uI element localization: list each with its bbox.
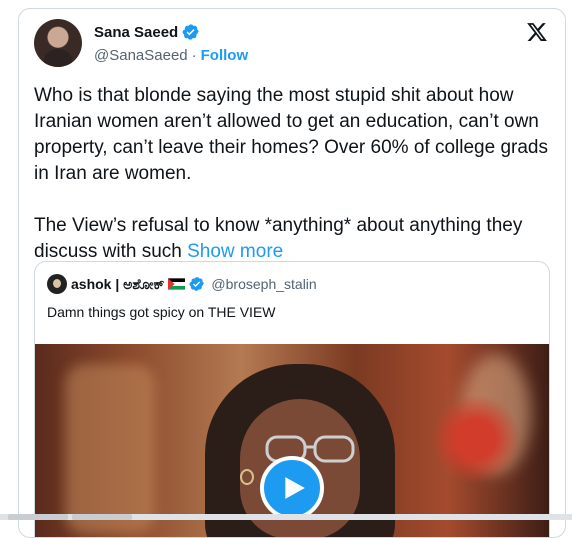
video-thumbnail[interactable] <box>35 344 549 537</box>
background-blur <box>65 364 155 534</box>
taskbar-item[interactable] <box>8 514 68 520</box>
quoted-tweet-header: ashok | ಅಶೋಕ್ @broseph_stalin <box>47 274 317 294</box>
taskbar-item[interactable] <box>72 514 132 520</box>
quoted-tweet-text: Damn things got spicy on THE VIEW <box>47 304 276 320</box>
x-logo-icon[interactable] <box>526 21 548 43</box>
quoted-tweet[interactable]: ashok | ಅಶೋಕ್ @broseph_stalin Damn thing… <box>34 261 550 537</box>
play-icon <box>285 477 305 499</box>
quoted-author-avatar <box>47 274 67 294</box>
background-flowers <box>431 394 521 484</box>
author-handle-row: @SanaSaeed · Follow <box>94 47 248 64</box>
author-avatar[interactable] <box>34 19 82 67</box>
tweet-paragraph-1: Who is that blonde saying the most stupi… <box>34 85 548 184</box>
verified-badge-icon <box>182 23 200 41</box>
author-name-row: Sana Saeed <box>94 23 200 41</box>
show-more-link[interactable]: Show more <box>187 241 283 262</box>
handle-separator: · <box>191 47 197 64</box>
tweet-text: Who is that blonde saying the most stupi… <box>34 83 559 265</box>
palestine-flag-icon <box>168 278 186 290</box>
author-name[interactable]: Sana Saeed <box>94 24 178 41</box>
follow-button[interactable]: Follow <box>201 47 249 64</box>
tweet-paragraph-2: The View’s refusal to know *anything* ab… <box>34 213 559 265</box>
earring <box>240 469 254 485</box>
verified-badge-icon <box>189 277 205 291</box>
author-handle[interactable]: @SanaSaeed <box>94 47 188 64</box>
quoted-author-name: ashok | ಅಶೋಕ್ <box>71 275 165 292</box>
quoted-author-handle: @broseph_stalin <box>211 276 317 292</box>
taskbar <box>0 514 572 520</box>
play-button[interactable] <box>260 456 324 520</box>
tweet-card[interactable]: Sana Saeed @SanaSaeed · Follow Who is th… <box>18 8 566 538</box>
